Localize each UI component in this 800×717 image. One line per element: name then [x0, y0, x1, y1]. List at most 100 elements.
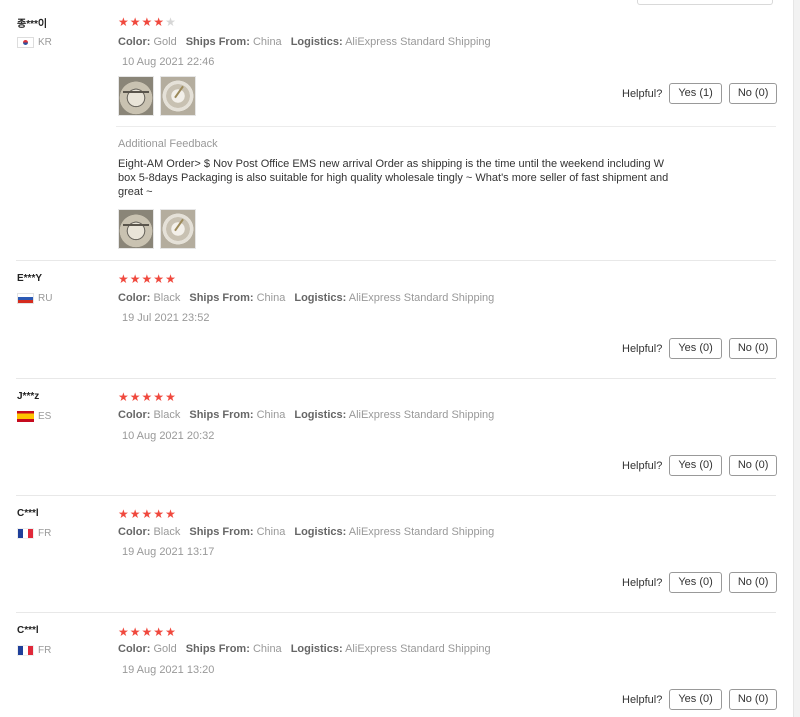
reviewer-country: FR	[17, 528, 51, 539]
ships-from-label: Ships From:	[189, 292, 254, 304]
divider	[116, 126, 776, 127]
helpful-label: Helpful?	[622, 693, 663, 706]
additional-feedback-title: Additional Feedback	[118, 138, 218, 150]
star-icon: ★	[153, 625, 166, 639]
review-date: 19 Aug 2021 13:17	[122, 546, 215, 558]
review-date: 10 Aug 2021 22:46	[122, 56, 215, 68]
flag-ru-icon	[17, 293, 34, 304]
logistics-value: AliExpress Standard Shipping	[345, 36, 491, 48]
country-code: RU	[38, 293, 53, 304]
order-info: Color: Gold Ships From: China Logistics: A…	[118, 36, 491, 48]
star-icon: ★	[118, 390, 130, 404]
ships-from-value: China	[252, 36, 282, 48]
star-icon: ★	[141, 15, 154, 29]
review-date: 19 Jul 2021 23:52	[122, 312, 210, 324]
logistics-label: Logistics:	[294, 526, 347, 538]
review-divider	[16, 260, 776, 261]
star-icon: ★	[165, 625, 177, 639]
color-value: Black	[153, 526, 181, 538]
color-value: Black	[153, 292, 181, 304]
additional-feedback-text: Eight-AM Order> $ Nov Post Office EMS ne…	[118, 158, 669, 198]
review-photo-clock-2[interactable]	[160, 209, 196, 249]
helpful-no-button[interactable]: No (0)	[728, 338, 778, 359]
star-icon: ★	[118, 625, 130, 639]
helpful-no-button[interactable]: No (0)	[728, 83, 778, 104]
reviewer-name: C***l	[17, 508, 39, 519]
star-icon: ★	[129, 507, 142, 521]
helpful-label: Helpful?	[622, 87, 663, 100]
ships-from-label: Ships From:	[185, 36, 250, 48]
star-icon: ★	[165, 15, 177, 29]
logistics-label: Logistics:	[294, 409, 347, 421]
logistics-label: Logistics:	[290, 36, 343, 48]
color-label: Color:	[118, 643, 151, 655]
ships-from-label: Ships From:	[189, 526, 254, 538]
color-value: Gold	[153, 643, 177, 655]
additional-feedback-photos	[118, 209, 196, 249]
ships-from-label: Ships From:	[189, 409, 254, 421]
reviewer-name: E***Y	[17, 273, 43, 284]
star-icon: ★	[165, 272, 177, 286]
flag-kr-icon	[17, 37, 34, 48]
color-label: Color:	[118, 526, 151, 538]
color-label: Color:	[118, 409, 151, 421]
helpful-label: Helpful?	[622, 576, 663, 589]
reviewer-country: ES	[17, 411, 51, 422]
star-icon: ★	[129, 390, 142, 404]
logistics-label: Logistics:	[294, 292, 347, 304]
helpful-yes-button[interactable]: Yes (0)	[669, 455, 722, 476]
helpful-yes-button[interactable]: Yes (1)	[669, 83, 722, 104]
country-code: FR	[38, 645, 52, 656]
color-label: Color:	[118, 292, 151, 304]
star-icon: ★	[153, 15, 166, 29]
review-divider	[16, 378, 776, 379]
helpful-vote: Helpful? Yes (1) No (0)	[622, 83, 778, 104]
helpful-vote: Helpful? Yes (0) No (0)	[622, 338, 778, 359]
color-label: Color:	[118, 36, 151, 48]
helpful-no-button[interactable]: No (0)	[728, 572, 778, 593]
star-icon: ★	[153, 507, 166, 521]
flag-es-icon	[17, 411, 34, 422]
order-info: Color: Black Ships From: China Logistics: …	[118, 409, 494, 421]
star-icon: ★	[118, 507, 130, 521]
reviewer-country: KR	[17, 37, 52, 48]
star-icon: ★	[141, 625, 154, 639]
star-rating: ★★★★★	[118, 16, 177, 28]
ships-from-value: China	[252, 643, 282, 655]
review-divider	[16, 612, 776, 613]
star-icon: ★	[141, 390, 154, 404]
flag-fr-icon	[17, 645, 34, 656]
star-icon: ★	[153, 272, 166, 286]
top-partial-button[interactable]	[637, 0, 773, 5]
helpful-no-button[interactable]: No (0)	[728, 455, 778, 476]
review-photo-clock-1[interactable]	[118, 209, 154, 249]
star-rating: ★★★★★	[118, 626, 177, 638]
star-icon: ★	[129, 625, 142, 639]
ships-from-value: China	[256, 409, 286, 421]
helpful-yes-button[interactable]: Yes (0)	[669, 689, 722, 710]
flag-fr-icon	[17, 528, 34, 539]
helpful-vote: Helpful? Yes (0) No (0)	[622, 572, 778, 593]
helpful-no-button[interactable]: No (0)	[728, 689, 778, 710]
star-icon: ★	[118, 272, 130, 286]
star-rating: ★★★★★	[118, 391, 177, 403]
star-rating: ★★★★★	[118, 273, 177, 285]
star-icon: ★	[141, 507, 154, 521]
review-photo-clock-1[interactable]	[118, 76, 154, 116]
reviewer-name: J***z	[17, 391, 40, 402]
ships-from-label: Ships From:	[185, 643, 250, 655]
scrollbar[interactable]	[793, 0, 800, 717]
review-photo-clock-2[interactable]	[160, 76, 196, 116]
order-info: Color: Gold Ships From: China Logistics: A…	[118, 643, 491, 655]
helpful-yes-button[interactable]: Yes (0)	[669, 338, 722, 359]
color-value: Gold	[153, 36, 177, 48]
review-photos	[118, 76, 196, 116]
star-icon: ★	[165, 390, 177, 404]
reviewer-country: RU	[17, 293, 52, 304]
review-date: 10 Aug 2021 20:32	[122, 430, 215, 442]
logistics-value: AliExpress Standard Shipping	[348, 409, 495, 421]
logistics-value: AliExpress Standard Shipping	[348, 526, 495, 538]
reviewer-name: C***l	[17, 625, 39, 636]
helpful-yes-button[interactable]: Yes (0)	[669, 572, 722, 593]
logistics-value: AliExpress Standard Shipping	[348, 292, 495, 304]
